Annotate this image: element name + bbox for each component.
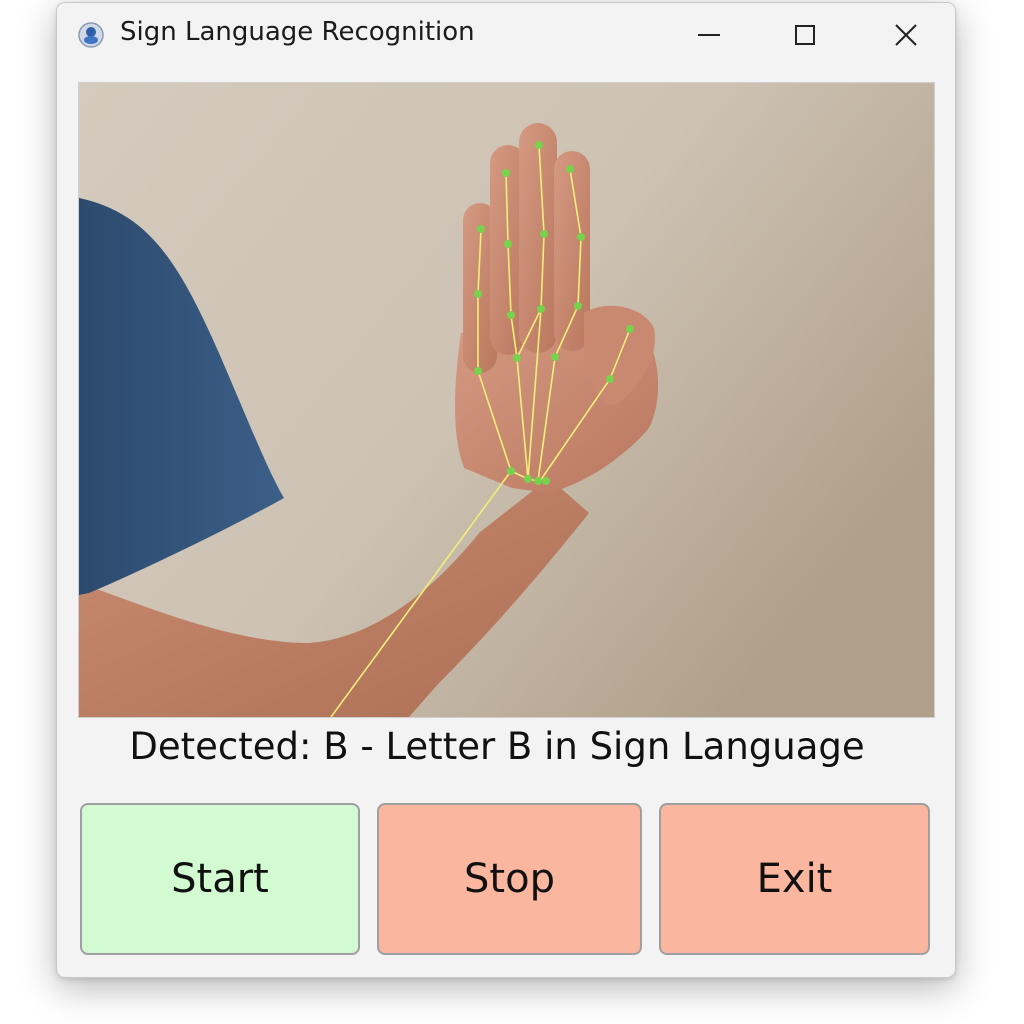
- maximize-button[interactable]: [781, 15, 829, 55]
- close-button[interactable]: [882, 15, 930, 55]
- stop-button-label: Stop: [464, 856, 555, 902]
- exit-button[interactable]: Exit: [659, 803, 930, 955]
- window-title: Sign Language Recognition: [120, 17, 475, 47]
- app-window: Sign Language Recognition Detected: B - …: [56, 2, 956, 978]
- minimize-icon: [698, 34, 720, 36]
- maximize-icon: [795, 25, 815, 45]
- camera-feed: [78, 82, 935, 718]
- close-icon: [895, 24, 917, 46]
- camera-frame-image: [79, 83, 934, 717]
- exit-button-label: Exit: [756, 856, 833, 902]
- stop-button[interactable]: Stop: [377, 803, 642, 955]
- start-button[interactable]: Start: [80, 803, 360, 955]
- minimize-button[interactable]: [685, 15, 733, 55]
- hand-ring-finger: [519, 123, 557, 353]
- title-bar[interactable]: Sign Language Recognition: [57, 3, 955, 65]
- detection-status: Detected: B - Letter B in Sign Language: [129, 725, 865, 768]
- start-button-label: Start: [171, 856, 269, 902]
- app-icon: [78, 22, 104, 48]
